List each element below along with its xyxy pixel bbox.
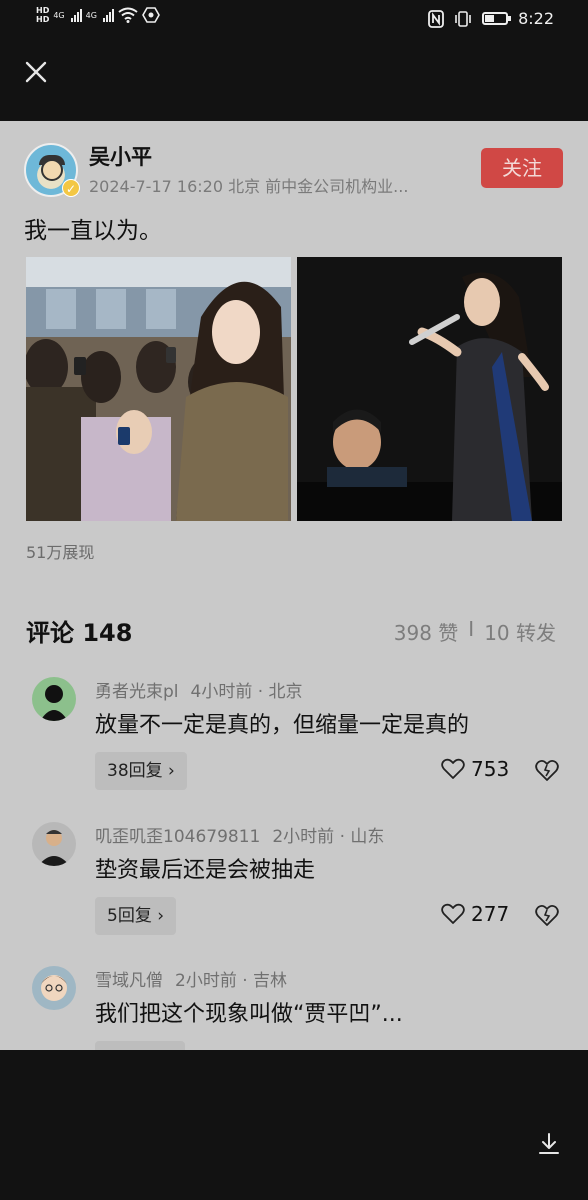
author-avatar[interactable]: ✓	[24, 143, 80, 197]
hd-badges: HD HD	[36, 6, 49, 24]
clock: 8:22	[518, 9, 554, 28]
comments-title: 评论 148	[26, 619, 133, 647]
comment-time: 2小时前 · 山东	[272, 827, 385, 847]
verified-badge-icon: ✓	[62, 179, 80, 197]
network-type-1: 4G	[53, 10, 65, 20]
comment-header: 叽歪叽歪104679811 2小时前 · 山东	[95, 822, 384, 847]
crowd-photo-illustration	[26, 257, 291, 521]
stats-separator: I	[468, 617, 475, 641]
vibrate-icon	[455, 10, 471, 27]
post-image-2[interactable]	[297, 257, 562, 521]
shares-count[interactable]: 10 转发	[484, 617, 556, 646]
commenter-avatar[interactable]	[32, 822, 76, 866]
nfc-icon	[428, 9, 444, 28]
post-stats: 398 赞 I 10 转发	[394, 617, 556, 646]
system-indicators: 8:22	[428, 9, 554, 28]
status-bar: HD HD 4G 4G 8:22	[0, 0, 588, 40]
broken-heart-icon[interactable]	[534, 757, 560, 783]
replies-count: 38回复	[107, 761, 163, 781]
post-image-1[interactable]	[26, 257, 291, 521]
replies-button[interactable]: 5回复 ›	[95, 897, 177, 935]
hd-badge-2: HD	[36, 15, 50, 24]
comment-user[interactable]: 雪域凡僧	[95, 971, 163, 991]
post-card: ✓ 吴小平 2024-7-17 16:20 北京 前中金公司机构业... 关注 …	[0, 121, 588, 1050]
replies-button-partial[interactable]	[95, 1041, 185, 1050]
comment-text: 放量不一定是真的，但缩量一定是真的	[95, 713, 470, 738]
battery-icon	[482, 12, 512, 25]
signal-icon-2	[102, 8, 114, 22]
signal-icon	[70, 8, 82, 22]
app-notification-icon	[142, 7, 160, 23]
comment-header: 勇者光束pl 4小时前 · 北京	[95, 677, 303, 702]
follow-button[interactable]: 关注	[481, 148, 563, 188]
avatar-silhouette-icon	[32, 677, 76, 721]
comment-like[interactable]: 753	[441, 757, 509, 781]
comment-user[interactable]: 叽歪叽歪104679811	[95, 827, 260, 847]
chevron-right-icon: ›	[157, 906, 165, 926]
avatar-person-icon	[32, 822, 76, 866]
comment-text: 我们把这个现象叫做“贾平凹”...	[95, 1002, 403, 1027]
bottom-bar	[0, 1050, 588, 1200]
broken-heart-icon[interactable]	[534, 902, 560, 928]
download-icon[interactable]	[538, 1132, 560, 1156]
comment-header: 雪域凡僧 2小时前 · 吉林	[95, 966, 287, 991]
wifi-icon	[118, 7, 138, 23]
comment-like[interactable]: 277	[441, 902, 509, 926]
comment-like-count: 277	[471, 902, 510, 926]
comment-text: 垫资最后还是会被抽走	[95, 858, 316, 883]
comment-user[interactable]: 勇者光束pl	[95, 682, 179, 702]
close-icon[interactable]	[24, 60, 48, 84]
comment-like-count: 753	[471, 757, 510, 781]
chevron-right-icon: ›	[168, 761, 175, 781]
replies-button[interactable]: 38回复 ›	[95, 752, 187, 790]
network-type-2: 4G	[85, 10, 97, 20]
avatar-face	[41, 159, 63, 181]
stage-photo-illustration	[297, 257, 562, 521]
likes-count[interactable]: 398 赞	[394, 617, 459, 646]
heart-icon	[441, 903, 465, 924]
post-text: 我一直以为。	[24, 218, 162, 244]
hd-badge-1: HD	[36, 6, 50, 15]
post-meta: 2024-7-17 16:20 北京 前中金公司机构业...	[89, 177, 409, 196]
avatar-child-icon	[32, 966, 76, 1010]
commenter-avatar[interactable]	[32, 966, 76, 1010]
network-indicators: HD HD 4G 4G	[36, 6, 160, 24]
commenter-avatar[interactable]	[32, 677, 76, 721]
comment-time: 4小时前 · 北京	[190, 682, 303, 702]
replies-count: 5回复	[107, 906, 152, 926]
view-count: 51万展现	[26, 543, 95, 562]
author-name[interactable]: 吴小平	[89, 141, 152, 171]
heart-icon	[441, 758, 465, 779]
comment-time: 2小时前 · 吉林	[175, 971, 288, 991]
